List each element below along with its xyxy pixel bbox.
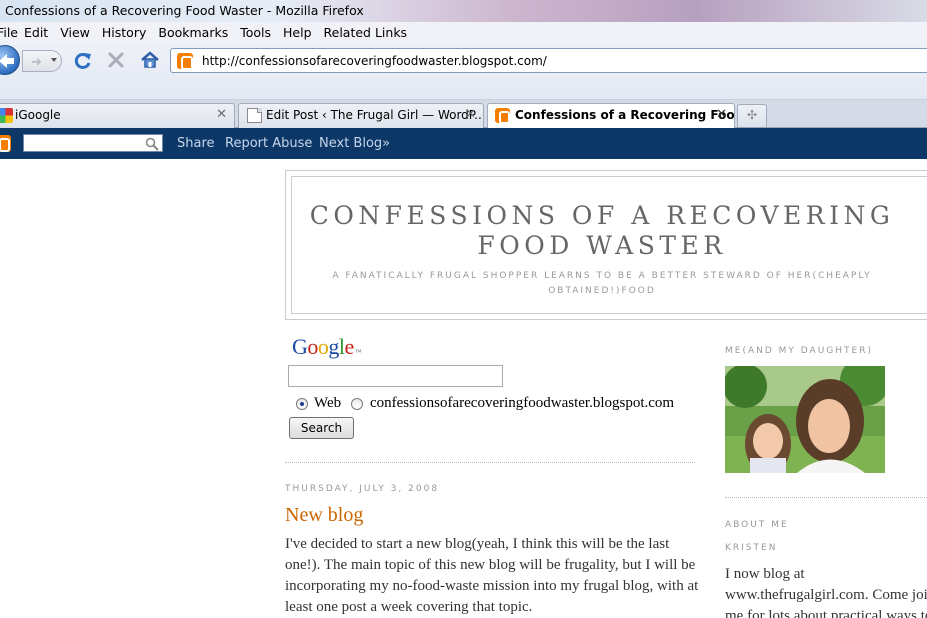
menu-tools[interactable]: Tools	[234, 25, 277, 40]
blog-title[interactable]: Confessions of a Recovering Food Waster	[292, 201, 912, 261]
menu-bar: File Edit View History Bookmarks Tools H…	[0, 22, 927, 42]
forward-button[interactable]: ➜	[22, 50, 62, 72]
blog-description: A fanatically frugal shopper learns to b…	[332, 271, 872, 296]
radio-web-label: Web	[314, 395, 342, 411]
about-me-text: I now blog at www.thefrugalgirl.com. Com…	[725, 564, 927, 618]
radio-site[interactable]	[351, 398, 363, 410]
photo-image	[725, 366, 885, 473]
search-button[interactable]: Search	[289, 417, 354, 439]
menu-help[interactable]: Help	[277, 25, 318, 40]
blogger-navbar: Share Report Abuse Next Blog»	[0, 128, 927, 159]
search-icon[interactable]	[145, 137, 159, 151]
tab-strip: iGoogle ✕ Edit Post ‹ The Frugal Girl — …	[0, 100, 927, 129]
menu-file[interactable]: File	[0, 25, 18, 40]
profile-photo[interactable]	[725, 366, 885, 473]
blogger-favicon-icon	[177, 53, 193, 70]
about-line: www.thefrugalgirl.com. Come join	[725, 587, 927, 603]
post-body: I've decided to start a new blog(yeah, I…	[285, 536, 699, 615]
page-icon	[247, 108, 262, 123]
window-title: Confessions of a Recovering Food Waster …	[5, 3, 364, 18]
menu-history[interactable]: History	[96, 25, 152, 40]
divider	[285, 462, 695, 463]
new-tab-button[interactable]: ✣	[737, 104, 767, 127]
forward-arrow-icon: ➜	[31, 55, 42, 70]
sidebar-divider	[725, 497, 927, 498]
tab-igoogle[interactable]: iGoogle ✕	[0, 103, 235, 128]
stop-icon[interactable]	[107, 51, 125, 69]
google-search-input[interactable]	[288, 365, 503, 387]
close-icon[interactable]: ✕	[216, 107, 227, 122]
author-name-link[interactable]: Kristen	[725, 543, 777, 553]
reload-icon[interactable]	[73, 51, 93, 71]
radio-site-label: confessionsofarecoveringfoodwaster.blogs…	[370, 395, 675, 411]
menu-view[interactable]: View	[54, 25, 96, 40]
blogger-logo-icon[interactable]	[0, 135, 11, 152]
sidebar-photo-heading: Me(and my daughter)	[725, 346, 873, 356]
home-icon[interactable]	[140, 50, 160, 70]
menu-related-links[interactable]: Related Links	[318, 25, 414, 40]
share-link[interactable]: Share	[177, 136, 215, 151]
menu-bookmarks[interactable]: Bookmarks	[152, 25, 234, 40]
address-bar[interactable]: http://confessionsofarecoveringfoodwaste…	[170, 48, 927, 73]
blog-search-input[interactable]	[23, 134, 163, 152]
post-title[interactable]: New blog	[285, 504, 363, 527]
back-button[interactable]	[0, 45, 20, 75]
blog-header: Confessions of a Recovering Food Waster …	[285, 170, 927, 320]
google-logo: Google™	[292, 334, 362, 359]
next-blog-link[interactable]: Next Blog»	[319, 136, 390, 151]
tab-confessions[interactable]: Confessions of a Recovering Food... ✕	[487, 103, 735, 129]
tab-label: Confessions of a Recovering Food...	[515, 108, 735, 122]
back-arrow-icon	[0, 54, 14, 68]
google-search-widget: Google™ Web confessionsofarecoveringfood…	[285, 333, 695, 443]
blog-header-inner: Confessions of a Recovering Food Waster …	[291, 176, 927, 314]
about-line: me for lots about practical ways to	[725, 608, 927, 618]
tab-label: iGoogle	[15, 108, 61, 122]
radio-web[interactable]	[296, 398, 308, 410]
tab-label: Edit Post ‹ The Frugal Girl — WordP...	[266, 108, 484, 122]
blogger-icon	[495, 108, 510, 124]
close-icon[interactable]: ✕	[465, 107, 476, 122]
about-me-heading: About Me	[725, 520, 789, 530]
navigation-toolbar: ➜ http://confessionsofarecoveringfoodwas…	[0, 42, 927, 100]
window-titlebar: Confessions of a Recovering Food Waster …	[0, 0, 927, 22]
close-icon[interactable]: ✕	[716, 107, 727, 122]
post-date: Thursday, July 3, 2008	[285, 484, 440, 494]
menu-edit[interactable]: Edit	[18, 25, 54, 40]
tab-edit-post[interactable]: Edit Post ‹ The Frugal Girl — WordP... ✕	[238, 103, 484, 128]
report-abuse-link[interactable]: Report Abuse	[225, 136, 312, 151]
igoogle-icon	[0, 108, 13, 123]
address-url[interactable]: http://confessionsofarecoveringfoodwaste…	[202, 54, 547, 68]
about-line: I now blog at	[725, 566, 805, 582]
history-dropdown-icon[interactable]	[51, 58, 57, 62]
